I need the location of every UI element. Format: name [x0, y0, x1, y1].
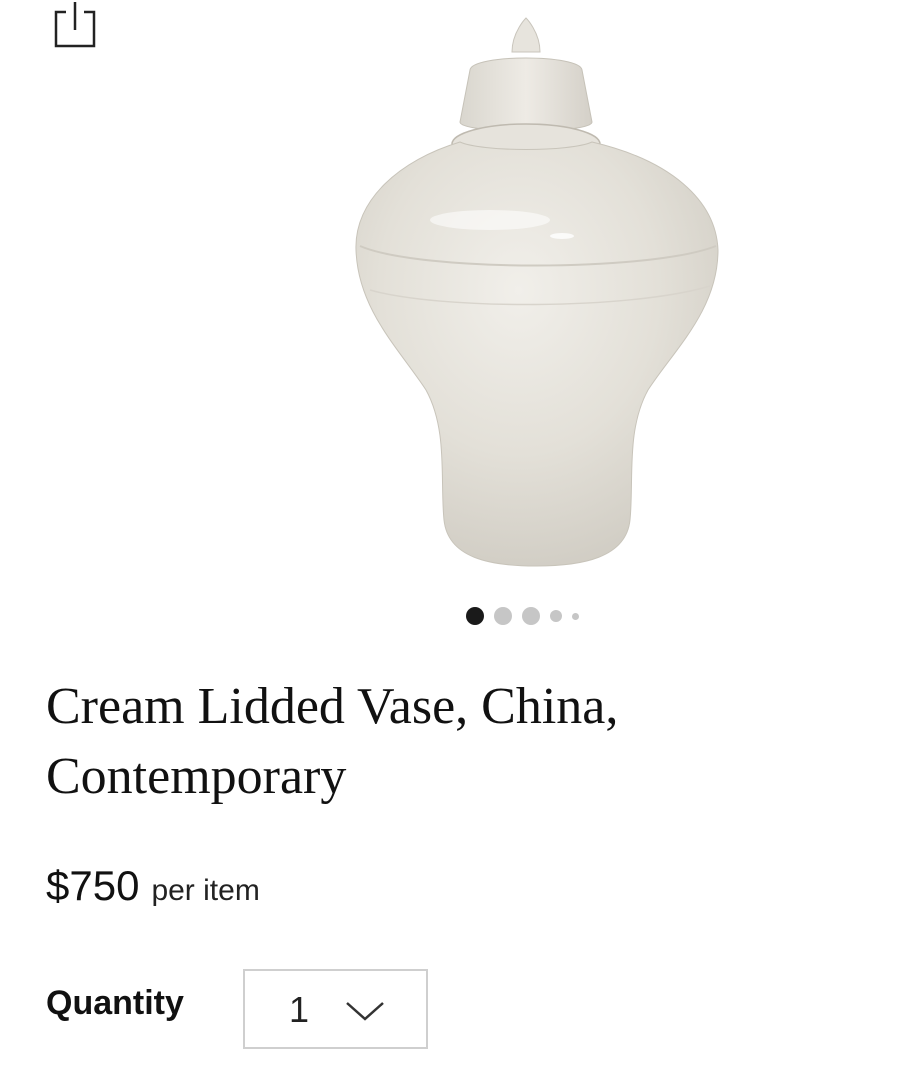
- price-row: $750 per item: [46, 862, 260, 918]
- carousel-dot-2[interactable]: [494, 607, 512, 625]
- quantity-label: Quantity: [46, 984, 184, 1022]
- carousel-dots: [466, 606, 579, 626]
- share-button[interactable]: [52, 0, 98, 50]
- chevron-down-icon: [343, 997, 387, 1028]
- carousel-dot-4[interactable]: [550, 610, 562, 622]
- quantity-value: 1: [289, 989, 310, 1030]
- carousel-dot-5[interactable]: [572, 612, 579, 620]
- share-icon: [52, 0, 98, 50]
- price-unit: per item: [151, 874, 260, 907]
- product-title: Cream Lidded Vase, China, Contemporary: [46, 672, 846, 812]
- product-title-line-1: Cream Lidded Vase, China,: [46, 678, 619, 735]
- price-amount: $750: [46, 862, 140, 909]
- product-image[interactable]: [330, 10, 750, 580]
- carousel-dot-1[interactable]: [466, 607, 484, 625]
- product-title-line-2: Contemporary: [46, 748, 347, 805]
- quantity-select[interactable]: 1: [243, 969, 428, 1049]
- carousel-dot-3[interactable]: [522, 607, 540, 625]
